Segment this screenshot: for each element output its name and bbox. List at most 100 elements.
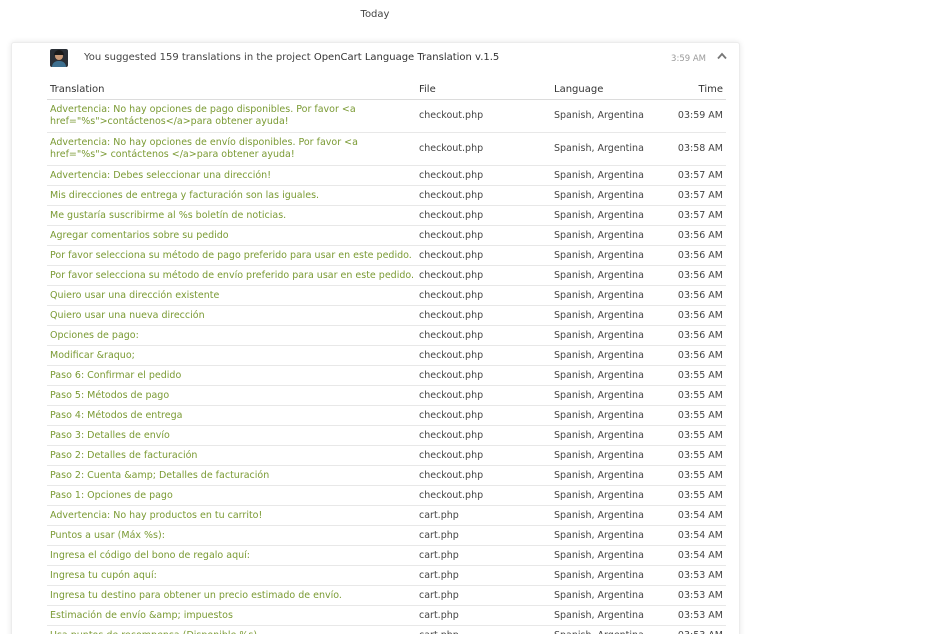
cell-translation: Estimación de envío &amp; impuestos xyxy=(47,605,416,626)
cell-translation: Paso 4: Métodos de entrega xyxy=(47,405,416,426)
table-row: Paso 2: Detalles de facturación checkout.… xyxy=(47,445,726,466)
activity-time: 3:59 AM xyxy=(671,54,706,64)
translation-link[interactable]: Por favor selecciona su método de pago p… xyxy=(50,250,412,261)
translation-link[interactable]: Advertencia: No hay opciones de envío di… xyxy=(50,137,358,160)
cell-time: 03:56 AM xyxy=(666,245,726,266)
cell-file: checkout.php xyxy=(416,365,551,386)
project-name[interactable]: OpenCart Language Translation v.1.5 xyxy=(314,52,499,63)
cell-time: 03:55 AM xyxy=(666,445,726,466)
cell-file: checkout.php xyxy=(416,225,551,246)
translation-link[interactable]: Paso 2: Cuenta &amp; Detalles de factura… xyxy=(50,470,269,481)
cell-file: checkout.php xyxy=(416,445,551,466)
translation-link[interactable]: Quiero usar una nueva dirección xyxy=(50,310,205,321)
cell-language: Spanish, Argentina xyxy=(551,345,666,366)
translation-link[interactable]: Advertencia: No hay opciones de pago dis… xyxy=(50,104,356,127)
translation-link[interactable]: Me gustaría suscribirme al %s boletín de… xyxy=(50,210,286,221)
table-row: Paso 3: Detalles de envío checkout.php Spa… xyxy=(47,425,726,446)
table-row: Paso 2: Cuenta &amp; Detalles de factura… xyxy=(47,465,726,486)
cell-file: checkout.php xyxy=(416,165,551,186)
translation-link[interactable]: Advertencia: No hay productos en tu carr… xyxy=(50,510,262,521)
table-row: Paso 4: Métodos de entrega checkout.php Sp… xyxy=(47,405,726,426)
table-row: Me gustaría suscribirme al %s boletín de… xyxy=(47,205,726,226)
cell-time: 03:56 AM xyxy=(666,225,726,246)
cell-file: checkout.php xyxy=(416,205,551,226)
cell-time: 03:57 AM xyxy=(666,165,726,186)
translation-link[interactable]: Paso 3: Detalles de envío xyxy=(50,430,170,441)
cell-language: Spanish, Argentina xyxy=(551,99,666,133)
cell-file: checkout.php xyxy=(416,385,551,406)
cell-translation: Ingresa el código del bono de regalo aqu… xyxy=(47,545,416,566)
translation-link[interactable]: Ingresa tu destino para obtener un preci… xyxy=(50,590,342,601)
table-row: Advertencia: No hay opciones de pago dis… xyxy=(47,99,726,133)
cell-language: Spanish, Argentina xyxy=(551,505,666,526)
translation-link[interactable]: Paso 6: Confirmar el pedido xyxy=(50,370,181,381)
activity-summary: You suggested 159 translations in the pr… xyxy=(84,52,499,63)
day-label: Today xyxy=(360,9,390,20)
cell-time: 03:53 AM xyxy=(666,605,726,626)
table-row: Usa puntos de recompensa (Disponible %s)… xyxy=(47,625,726,634)
cell-time: 03:55 AM xyxy=(666,485,726,506)
cell-language: Spanish, Argentina xyxy=(551,405,666,426)
translation-link[interactable]: Usa puntos de recompensa (Disponible %s) xyxy=(50,630,257,634)
cell-file: checkout.php xyxy=(416,285,551,306)
cell-time: 03:58 AM xyxy=(666,132,726,166)
cell-language: Spanish, Argentina xyxy=(551,205,666,226)
cell-file: cart.php xyxy=(416,585,551,606)
cell-file: cart.php xyxy=(416,565,551,586)
translation-link[interactable]: Quiero usar una dirección existente xyxy=(50,290,219,301)
cell-time: 03:53 AM xyxy=(666,585,726,606)
translation-link[interactable]: Estimación de envío &amp; impuestos xyxy=(50,610,233,621)
table-row: Ingresa tu destino para obtener un preci… xyxy=(47,585,726,606)
cell-time: 03:53 AM xyxy=(666,565,726,586)
cell-language: Spanish, Argentina xyxy=(551,132,666,166)
translation-link[interactable]: Agregar comentarios sobre su pedido xyxy=(50,230,229,241)
cell-file: cart.php xyxy=(416,525,551,546)
table-row: Opciones de pago: checkout.php Spanish, Ar… xyxy=(47,325,726,346)
cell-translation: Paso 2: Detalles de facturación xyxy=(47,445,416,466)
cell-language: Spanish, Argentina xyxy=(551,605,666,626)
cell-language: Spanish, Argentina xyxy=(551,185,666,206)
cell-language: Spanish, Argentina xyxy=(551,165,666,186)
cell-translation: Advertencia: No hay productos en tu carr… xyxy=(47,505,416,526)
cell-language: Spanish, Argentina xyxy=(551,385,666,406)
cell-translation: Mis direcciones de entrega y facturación… xyxy=(47,185,416,206)
table-row: Ingresa el código del bono de regalo aqu… xyxy=(47,545,726,566)
activity-page: Today A あ You suggested 159 translations… xyxy=(0,0,944,634)
cell-language: Spanish, Argentina xyxy=(551,305,666,326)
cell-language: Spanish, Argentina xyxy=(551,225,666,246)
translation-link[interactable]: Modificar &raquo; xyxy=(50,350,135,361)
table-row: Advertencia: No hay productos en tu carr… xyxy=(47,505,726,526)
table-row: Paso 6: Confirmar el pedido checkout.php S… xyxy=(47,365,726,386)
table-row: Quiero usar una dirección existente check… xyxy=(47,285,726,306)
table-row: Puntos a usar (Máx %s): cart.php Spanish, … xyxy=(47,525,726,546)
translation-link[interactable]: Puntos a usar (Máx %s): xyxy=(50,530,165,541)
cell-time: 03:55 AM xyxy=(666,425,726,446)
activity-header: You suggested 159 translations in the pr… xyxy=(12,43,739,75)
translation-link[interactable]: Mis direcciones de entrega y facturación… xyxy=(50,190,319,201)
cell-language: Spanish, Argentina xyxy=(551,625,666,634)
cell-language: Spanish, Argentina xyxy=(551,545,666,566)
translation-link[interactable]: Advertencia: Debes seleccionar una direc… xyxy=(50,170,271,181)
cell-time: 03:55 AM xyxy=(666,385,726,406)
translation-link[interactable]: Opciones de pago: xyxy=(50,330,139,341)
chevron-up-icon[interactable] xyxy=(717,52,727,60)
translation-link[interactable]: Paso 5: Métodos de pago xyxy=(50,390,169,401)
cell-language: Spanish, Argentina xyxy=(551,245,666,266)
translation-link[interactable]: Ingresa tu cupón aquí: xyxy=(50,570,157,581)
cell-translation: Opciones de pago: xyxy=(47,325,416,346)
cell-file: checkout.php xyxy=(416,485,551,506)
cell-time: 03:55 AM xyxy=(666,365,726,386)
cell-file: checkout.php xyxy=(416,185,551,206)
cell-time: 03:54 AM xyxy=(666,505,726,526)
translation-link[interactable]: Paso 4: Métodos de entrega xyxy=(50,410,182,421)
translation-link[interactable]: Ingresa el código del bono de regalo aqu… xyxy=(50,550,250,561)
translation-link[interactable]: Paso 1: Opciones de pago xyxy=(50,490,173,501)
cell-time: 03:54 AM xyxy=(666,545,726,566)
cell-time: 03:56 AM xyxy=(666,345,726,366)
cell-language: Spanish, Argentina xyxy=(551,485,666,506)
avatar[interactable] xyxy=(50,49,68,67)
cell-translation: Paso 5: Métodos de pago xyxy=(47,385,416,406)
activity-card: You suggested 159 translations in the pr… xyxy=(11,42,740,634)
translation-link[interactable]: Por favor selecciona su método de envío … xyxy=(50,270,414,281)
translation-link[interactable]: Paso 2: Detalles de facturación xyxy=(50,450,197,461)
